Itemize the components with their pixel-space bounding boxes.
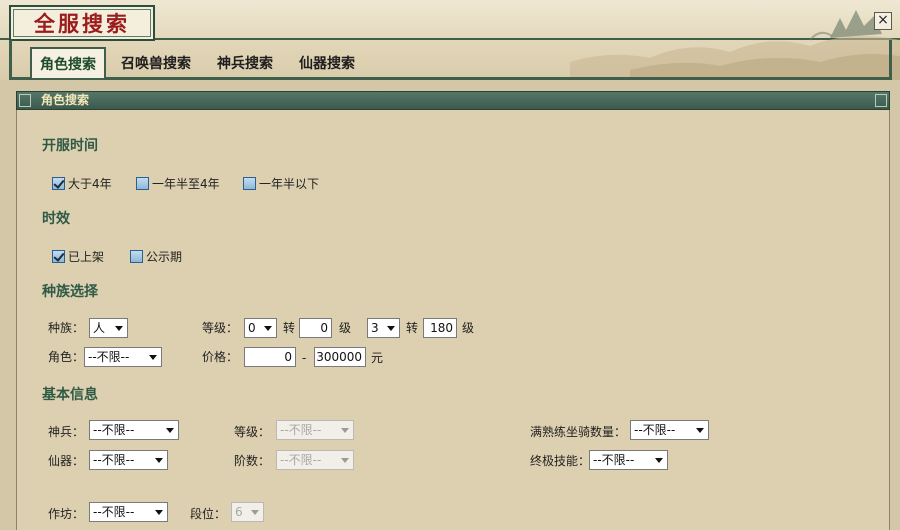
mount-select[interactable]: --不限-- [630,420,709,440]
checkbox[interactable] [52,176,65,190]
level-label: 等级： [202,321,239,335]
checkbox[interactable] [243,176,256,190]
checkbox-label: 公示期 [146,249,183,264]
validity-option-notice[interactable]: 公示期 [130,248,182,264]
artifact-stage-select[interactable]: --不限-- [276,450,354,470]
frame-left-border [9,40,12,80]
dropdown-arrow-icon [696,428,704,433]
level-from-turn-select[interactable]: 0 [244,318,277,338]
dropdown-arrow-icon [149,355,157,360]
open-time-option-3[interactable]: 一年半以下 [243,175,319,191]
role-label: 角色： [48,350,85,364]
checkbox-label: 一年半以下 [259,176,320,191]
race-label: 种族： [48,321,85,335]
checkbox-label: 一年半至4年 [152,176,220,191]
mount-label: 满熟练坐骑数量： [530,425,627,439]
dropdown-arrow-icon [341,428,349,433]
workshop-label: 作坊： [48,507,85,521]
dropdown-arrow-icon [264,326,272,331]
dropdown-arrow-icon [251,510,259,515]
role-select-value: --不限-- [88,350,130,364]
dropdown-arrow-icon [115,326,123,331]
close-icon[interactable]: × [874,12,892,30]
price-min-input[interactable]: 0 [244,347,296,367]
rank-label: 段位： [190,507,227,521]
artifact-stage-label: 阶数： [234,454,271,468]
weapon-select[interactable]: --不限-- [89,420,179,440]
workshop-select[interactable]: --不限-- [89,502,168,522]
tab-bar: 角色搜索 召唤兽搜索 神兵搜索 仙器搜索 [30,47,370,79]
grade-text-2: 级 [462,321,475,335]
rank-select-value: 6 [235,505,243,519]
tab-weapon-search[interactable]: 神兵搜索 [206,49,284,77]
price-max-input[interactable]: 300000 [314,347,366,367]
tab-artifact-search[interactable]: 仙器搜索 [288,49,366,77]
dropdown-arrow-icon [655,458,663,463]
price-label: 价格： [202,350,239,364]
artifact-select-value: --不限-- [93,453,135,467]
corner-ornament-right [875,94,887,107]
checkbox[interactable] [130,249,143,263]
race-select[interactable]: 人 [89,318,128,338]
page-title: 全服搜索 [34,11,130,36]
turn-text: 转 [283,321,296,335]
dropdown-arrow-icon [341,458,349,463]
level-from-input[interactable]: 0 [299,318,332,338]
currency-text: 元 [371,351,384,365]
tab-summon-search[interactable]: 召唤兽搜索 [110,49,202,77]
weapon-level-select[interactable]: --不限-- [276,420,354,440]
section-title: 角色搜索 [41,93,90,107]
section-header: 角色搜索 [16,91,890,110]
ultimate-skill-select-value: --不限-- [593,453,635,467]
dropdown-arrow-icon [155,510,163,515]
dropdown-arrow-icon [166,428,174,433]
checkbox-label: 已上架 [68,249,105,264]
ultimate-skill-label: 终极技能： [530,454,591,468]
weapon-select-value: --不限-- [93,423,135,437]
role-select[interactable]: --不限-- [84,347,162,367]
level-to-turn-select[interactable]: 3 [367,318,400,338]
checkbox-label: 大于4年 [68,176,112,191]
turn-text-2: 转 [406,321,419,335]
rank-select[interactable]: 6 [231,502,264,522]
dropdown-arrow-icon [387,326,395,331]
validity-title: 时效 [42,211,70,227]
race-select-value: 人 [93,321,106,335]
level-to-input[interactable]: 180 [423,318,457,338]
checkbox[interactable] [136,176,149,190]
price-separator: - [302,351,307,365]
open-time-title: 开服时间 [42,138,98,154]
tab-role-search[interactable]: 角色搜索 [30,47,106,78]
landscape-decoration [570,10,900,80]
title-box: 全服搜索 [9,5,155,41]
level-from-turn-value: 0 [248,321,256,335]
weapon-label: 神兵： [48,425,85,439]
checkbox[interactable] [52,249,65,263]
artifact-select[interactable]: --不限-- [89,450,168,470]
corner-ornament-left [19,94,31,107]
grade-text: 级 [339,321,352,335]
ultimate-skill-select[interactable]: --不限-- [589,450,668,470]
header: 全服搜索 × 角色搜索 召唤兽搜索 神兵搜索 仙器搜索 [0,0,900,80]
mount-select-value: --不限-- [634,423,676,437]
race-select-title: 种族选择 [42,284,98,300]
weapon-level-select-value: --不限-- [280,423,322,437]
level-to-turn-value: 3 [371,321,379,335]
artifact-label: 仙器： [48,454,85,468]
open-time-option-2[interactable]: 一年半至4年 [136,175,220,191]
dropdown-arrow-icon [155,458,163,463]
validity-option-listed[interactable]: 已上架 [52,248,104,264]
artifact-stage-select-value: --不限-- [280,453,322,467]
workshop-select-value: --不限-- [93,505,135,519]
open-time-option-1[interactable]: 大于4年 [52,175,112,191]
frame-right-border [889,40,892,80]
weapon-level-label: 等级： [234,425,271,439]
basic-info-title: 基本信息 [42,387,98,403]
